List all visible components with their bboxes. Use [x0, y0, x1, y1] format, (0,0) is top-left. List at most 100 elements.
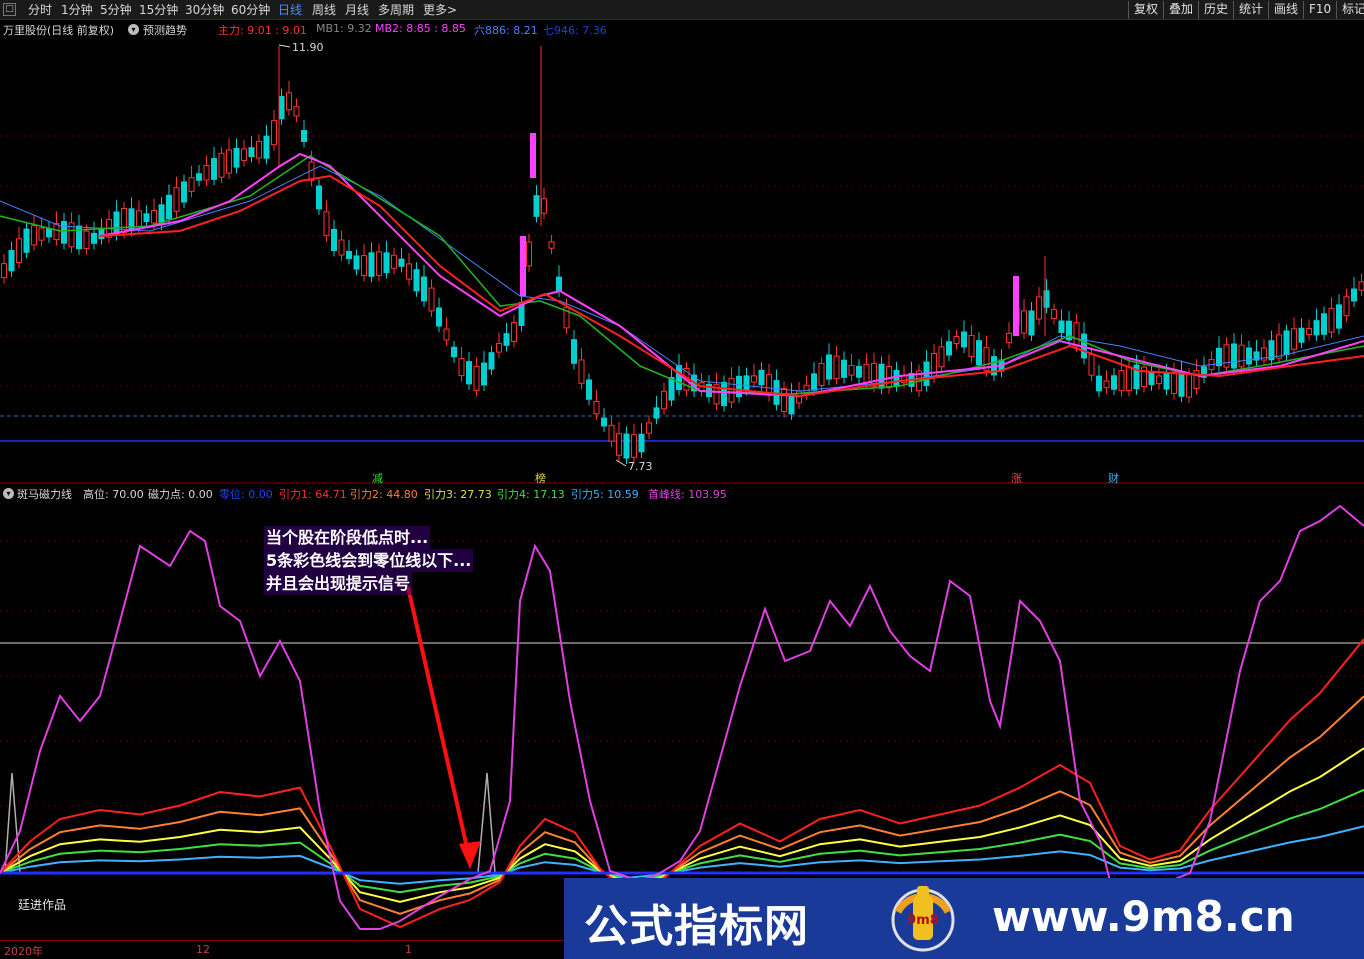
candle-body: [616, 433, 622, 456]
tab-daily[interactable]: 日线: [278, 2, 302, 18]
candle-body: [578, 359, 585, 384]
ind-pull3: 引力3: 27.73: [424, 488, 492, 501]
candle-body: [1351, 288, 1357, 302]
candle-body: [421, 276, 427, 302]
candle-body: [953, 335, 960, 344]
candle-body: [586, 379, 592, 400]
ind-mb1: MB1: 9.32: [316, 22, 372, 35]
chevron-down-icon: ▾: [128, 24, 139, 35]
candle-body: [841, 359, 847, 378]
f10-button[interactable]: F10: [1303, 1, 1336, 19]
candle-body: [406, 263, 412, 280]
candle-body: [248, 147, 255, 158]
candle-body: [1231, 343, 1237, 369]
candle-body: [218, 152, 225, 178]
candle-body: [173, 187, 180, 212]
ind-peak: 首峰线: 103.95: [648, 488, 727, 501]
candlestick-chart[interactable]: 11.90 7.73: [0, 36, 1364, 486]
candle-body: [143, 213, 150, 223]
candle-body: [623, 433, 630, 459]
candle-body: [1058, 320, 1065, 333]
candle-body: [871, 362, 877, 387]
candle-body: [608, 424, 615, 442]
candle-body: [653, 407, 660, 419]
tab-monthly[interactable]: 月线: [345, 2, 369, 18]
tab-weekly[interactable]: 周线: [312, 2, 336, 18]
tab-60min[interactable]: 60分钟: [231, 2, 270, 18]
candle-body: [368, 252, 375, 277]
candle-body: [571, 339, 577, 364]
signal-wealth: 财: [1108, 472, 1119, 485]
candle-body: [556, 276, 562, 292]
author-label: 廷进作品: [18, 898, 67, 912]
candle-body: [196, 173, 202, 181]
tab-multi-period[interactable]: 多周期: [378, 2, 414, 18]
candle-body: [488, 352, 495, 370]
candle-body: [1171, 371, 1177, 394]
overlay-button[interactable]: 叠加: [1163, 1, 1198, 19]
indicator-toggle[interactable]: ▾: [3, 486, 14, 499]
candle-body: [1343, 296, 1350, 317]
candle-body: [856, 365, 862, 378]
indicator-title[interactable]: 斑马磁力线: [17, 486, 72, 502]
candle-body: [361, 255, 367, 276]
mark-button[interactable]: 标记: [1336, 1, 1364, 19]
signal-bar: [520, 236, 526, 296]
candle-body: [848, 365, 855, 376]
chevron-down-icon: ▾: [3, 488, 14, 499]
date-jan: 1: [405, 943, 412, 956]
candle-body: [301, 130, 307, 142]
candle-body: [1291, 328, 1297, 350]
note-line-1: 当个股在阶段低点时...: [264, 526, 431, 549]
candle-body: [1141, 366, 1147, 388]
tab-30min[interactable]: 30分钟: [185, 2, 224, 18]
candle-body: [61, 221, 67, 244]
watermark-banner: 公式指标网 9m8 www.9m8.cn: [564, 878, 1364, 959]
candle-body: [466, 361, 472, 385]
candle-body: [16, 238, 22, 264]
draw-line-button[interactable]: 画线: [1268, 1, 1303, 19]
candle-body: [1163, 373, 1170, 390]
arrow-head: [459, 841, 481, 869]
candle-body: [533, 195, 540, 217]
tab-15min[interactable]: 15分钟: [139, 2, 178, 18]
candle-body: [511, 322, 517, 342]
ma-green-line: [0, 155, 1364, 395]
ind-pull2: 引力2: 44.80: [350, 488, 418, 501]
candle-body: [1238, 344, 1245, 368]
candle-body: [721, 381, 727, 407]
candle-body: [751, 375, 757, 383]
forecast-toggle[interactable]: ▾: [128, 22, 139, 35]
candle-body: [503, 333, 510, 346]
candle-body: [443, 328, 450, 341]
indicator-chart[interactable]: [0, 501, 1364, 941]
ind-mb2: MB2: 8.85 : 8.85: [375, 22, 466, 35]
candle-body: [203, 164, 210, 181]
candle-body: [98, 227, 105, 240]
candle-body: [1306, 327, 1312, 336]
tab-timeshare[interactable]: 分时: [28, 2, 52, 18]
logo-text: 9m8: [907, 913, 939, 928]
high-pointer: [278, 44, 291, 48]
candle-body: [481, 362, 487, 386]
candle-body: [151, 209, 157, 224]
tab-5min[interactable]: 5分钟: [100, 2, 132, 18]
candle-body: [1178, 371, 1185, 397]
candle-body: [1073, 322, 1080, 347]
tab-1min[interactable]: 1分钟: [61, 2, 93, 18]
tab-more[interactable]: 更多>: [423, 2, 457, 18]
candle-body: [811, 373, 817, 391]
statistics-button[interactable]: 统计: [1233, 1, 1268, 19]
candle-body: [1283, 330, 1290, 356]
candle-body: [278, 96, 285, 120]
signal-bar: [530, 133, 536, 178]
candle-body: [331, 228, 337, 252]
candle-body: [1028, 310, 1035, 336]
pin-icon[interactable]: □: [3, 3, 16, 16]
candle-body: [601, 417, 607, 427]
candle-body: [968, 335, 975, 358]
restore-rights-button[interactable]: 复权: [1128, 1, 1163, 19]
history-button[interactable]: 历史: [1198, 1, 1233, 19]
signal-bars: [520, 133, 1019, 336]
candle-body: [676, 365, 682, 390]
